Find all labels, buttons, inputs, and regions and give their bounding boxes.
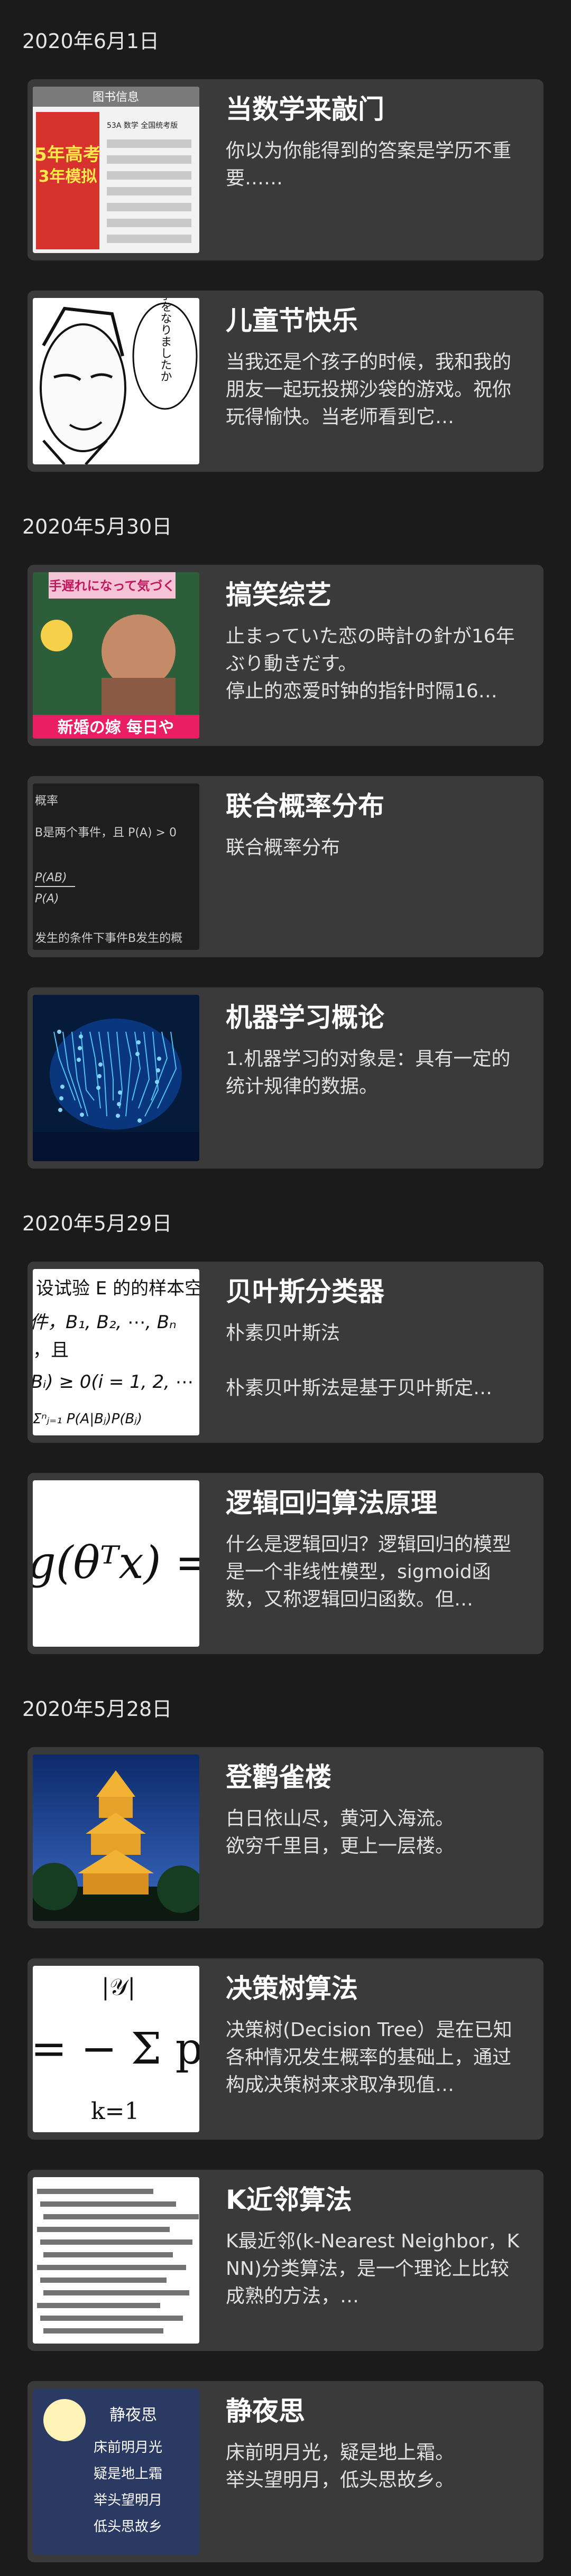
date-header: 2020年5月29日	[22, 1212, 172, 1235]
article-title: 儿童节快乐	[226, 305, 358, 336]
date-header: 2020年5月28日	[22, 1697, 172, 1721]
article-card[interactable]: K近邻算法 K最近邻(k-Nearest Neighbor，KNN)分类算法，是一…	[27, 2170, 544, 2351]
article-card[interactable]: 静夜思 床前明月光疑是地上霜举头望明月低头思故乡 静夜思床前明月光，疑是地上霜。…	[27, 2381, 544, 2562]
svg-text:g(θᵀx) =: g(θᵀx) =	[33, 1537, 199, 1589]
svg-text:，且: ，且	[33, 1340, 69, 1361]
article-body: 当数学来敲门你以为你能得到的答案是学历不重要……	[199, 79, 544, 260]
svg-text:P(A): P(A)	[35, 892, 59, 906]
svg-text:Bᵢ) ≥ 0(i = 1, 2, ⋯: Bᵢ) ≥ 0(i = 1, 2, ⋯	[33, 1371, 194, 1393]
article-card[interactable]: 图书信息 5年高考 3年模拟 53A 数学 全国统考版 当数学来敲门你以为你能得…	[27, 79, 544, 260]
svg-text:发生的条件下事件B发生的概: 发生的条件下事件B发生的概	[35, 932, 182, 945]
date-header: 2020年6月1日	[22, 30, 160, 53]
svg-text:k=1: k=1	[91, 2098, 140, 2125]
article-summary: 白日依山尽，黄河入海流。 欲穷千里目，更上一层楼。	[226, 1808, 455, 1857]
article-summary: K最近邻(k-Nearest Neighbor，KNN)分类算法，是一个理论上比…	[226, 2230, 520, 2307]
svg-text:件，B₁, B₂, ⋯, Bₙ: 件，B₁, B₂, ⋯, Bₙ	[33, 1312, 177, 1333]
article-card[interactable]: 概率 B是两个事件，且 P(A) > 0 P(AB) P(A) 发生的条件下事件…	[27, 776, 544, 957]
article-title: 机器学习概论	[226, 1002, 384, 1033]
article-body: 静夜思床前明月光，疑是地上霜。 举头望明月，低头思故乡。	[199, 2381, 544, 2562]
article-summary: 决策树(Decision Tree）是在已知各种情况发生概率的基础上，通过构成决…	[226, 2019, 512, 2096]
article-card[interactable]: お手をなりましたか 儿童节快乐当我还是个孩子的时候，我和我的朋友一起玩投掷沙袋的…	[27, 291, 544, 472]
article-title: K近邻算法	[226, 2185, 352, 2215]
article-card[interactable]: 登鹳雀楼白日依山尽，黄河入海流。 欲穷千里目，更上一层楼。	[27, 1747, 544, 1928]
svg-text:Σⁿⱼ₌₁ P(A|Bⱼ)P(Bⱼ): Σⁿⱼ₌₁ P(A|Bⱼ)P(Bⱼ)	[33, 1411, 142, 1427]
article-title: 联合概率分布	[226, 791, 384, 822]
date-header: 2020年5月30日	[22, 515, 172, 538]
svg-text:疑是地上霜: 疑是地上霜	[94, 2466, 162, 2482]
article-title: 登鹳雀楼	[226, 1762, 331, 1793]
article-summary: 1.机器学习的对象是：具有一定的统计规律的数据。	[226, 1048, 511, 1097]
article-summary: 联合概率分布	[226, 837, 340, 858]
article-title: 逻辑回归算法原理	[226, 1488, 437, 1518]
article-summary: 当我还是个孩子的时候，我和我的朋友一起玩投掷沙袋的游戏。祝你玩得愉快。当老师看到…	[226, 351, 512, 428]
article-body: 儿童节快乐当我还是个孩子的时候，我和我的朋友一起玩投掷沙袋的游戏。祝你玩得愉快。…	[199, 291, 544, 472]
article-body: 登鹳雀楼白日依山尽，黄河入海流。 欲穷千里目，更上一层楼。	[199, 1747, 544, 1928]
svg-text:静夜思: 静夜思	[109, 2406, 157, 2424]
svg-text:概率: 概率	[35, 795, 58, 808]
book-cover-image: 图书信息 5年高考 3年模拟 53A 数学 全国统考版	[33, 87, 199, 253]
article-card[interactable]: g(θᵀx) = 逻辑回归算法原理什么是逻辑回归？逻辑回归的模型是一个非线性模型…	[27, 1473, 544, 1654]
svg-text:设试验 E 的的样本空: 设试验 E 的的样本空	[36, 1278, 199, 1299]
svg-text:新婚の嫁 每日や: 新婚の嫁 每日や	[58, 718, 174, 737]
svg-text:お手をなりましたか: お手をなりましたか	[159, 298, 172, 382]
article-body: 机器学习概论 1.机器学习的对象是：具有一定的统计规律的数据。	[199, 987, 544, 1169]
article-summary: 止まっていた恋の時計の針が16年ぶり動きだす。 停止的恋爱时钟的指针时隔16…	[226, 626, 515, 702]
svg-text:5年高考: 5年高考	[34, 144, 101, 165]
svg-text:手遅れになって気づく: 手遅れになって気づく	[49, 578, 176, 593]
svg-text:举头望明月: 举头望明月	[94, 2493, 162, 2508]
moon-poem-image: 静夜思 床前明月光疑是地上霜举头望明月低头思故乡	[33, 2388, 199, 2555]
article-card[interactable]: 设试验 E 的的样本空 件，B₁, B₂, ⋯, Bₙ ，且 Bᵢ) ≥ 0(i…	[27, 1262, 544, 1443]
article-title: 搞笑综艺	[226, 580, 331, 610]
article-title: 决策树算法	[226, 1973, 358, 2004]
article-title: 贝叶斯分类器	[226, 1276, 384, 1307]
article-summary: 床前明月光，疑是地上霜。 举头望明月，低头思故乡。	[226, 2442, 455, 2491]
bayes-formula-image: 设试验 E 的的样本空 件，B₁, B₂, ⋯, Bₙ ，且 Bᵢ) ≥ 0(i…	[33, 1269, 199, 1435]
article-card[interactable]: 机器学习概论 1.机器学习的对象是：具有一定的统计规律的数据。	[27, 987, 544, 1169]
svg-text:图书信息: 图书信息	[93, 91, 139, 104]
article-body: 决策树算法决策树(Decision Tree）是在已知各种情况发生概率的基础上，…	[199, 1958, 544, 2140]
variety-show-image: 手遅れになって気づく 新婚の嫁 每日や	[33, 572, 199, 739]
svg-text:53A 数学 全国统考版: 53A 数学 全国统考版	[107, 121, 178, 130]
article-card[interactable]: |𝒴| = − Σ p k=1 决策树算法决策树(Decision Tree）是…	[27, 1958, 544, 2140]
svg-text:3年模拟: 3年模拟	[39, 167, 97, 186]
distance-formula-image	[33, 2177, 199, 2344]
svg-text:|𝒴|: |𝒴|	[102, 1974, 135, 2001]
article-summary: 什么是逻辑回归？逻辑回归的模型是一个非线性模型，sigmoid函数，又称逻辑回归…	[226, 1534, 512, 1610]
article-body: K近邻算法 K最近邻(k-Nearest Neighbor，KNN)分类算法，是一…	[199, 2170, 544, 2351]
probability-formula-image: 概率 B是两个事件，且 P(A) > 0 P(AB) P(A) 发生的条件下事件…	[33, 783, 199, 950]
tower-night-image	[33, 1754, 199, 1921]
manga-panel-image: お手をなりましたか	[33, 298, 199, 464]
article-body: 搞笑综艺止まっていた恋の時計の針が16年ぶり動きだす。 停止的恋爱时钟的指针时隔…	[199, 565, 544, 746]
article-body: 逻辑回归算法原理什么是逻辑回归？逻辑回归的模型是一个非线性模型，sigmoid函…	[199, 1473, 544, 1654]
article-card[interactable]: 手遅れになって気づく 新婚の嫁 每日や 搞笑综艺止まっていた恋の時計の針が16年…	[27, 565, 544, 746]
article-title: 当数学来敲门	[226, 94, 384, 125]
article-feed: 2020年6月1日 图书信息 5年高考 3年模拟 53A 数学 全国统考版 当数…	[0, 0, 571, 2576]
article-body: 联合概率分布 联合概率分布	[199, 776, 544, 957]
svg-text:B是两个事件，且 P(A) > 0: B是两个事件，且 P(A) > 0	[35, 826, 177, 839]
sigmoid-formula-image: g(θᵀx) =	[33, 1480, 199, 1647]
article-body: 贝叶斯分类器朴素贝叶斯法 朴素贝叶斯法是基于贝叶斯定…	[199, 1262, 544, 1443]
circuit-brain-image	[33, 995, 199, 1161]
entropy-formula-image: |𝒴| = − Σ p k=1	[33, 1966, 199, 2132]
svg-text:床前明月光: 床前明月光	[94, 2440, 162, 2456]
article-title: 静夜思	[226, 2396, 305, 2426]
svg-text:低头思故乡: 低头思故乡	[94, 2519, 162, 2535]
svg-text:= − Σ p: = − Σ p	[33, 2024, 199, 2074]
article-summary: 朴素贝叶斯法 朴素贝叶斯法是基于贝叶斯定…	[226, 1322, 493, 1399]
svg-text:P(AB): P(AB)	[35, 871, 67, 884]
article-summary: 你以为你能得到的答案是学历不重要……	[226, 140, 512, 189]
